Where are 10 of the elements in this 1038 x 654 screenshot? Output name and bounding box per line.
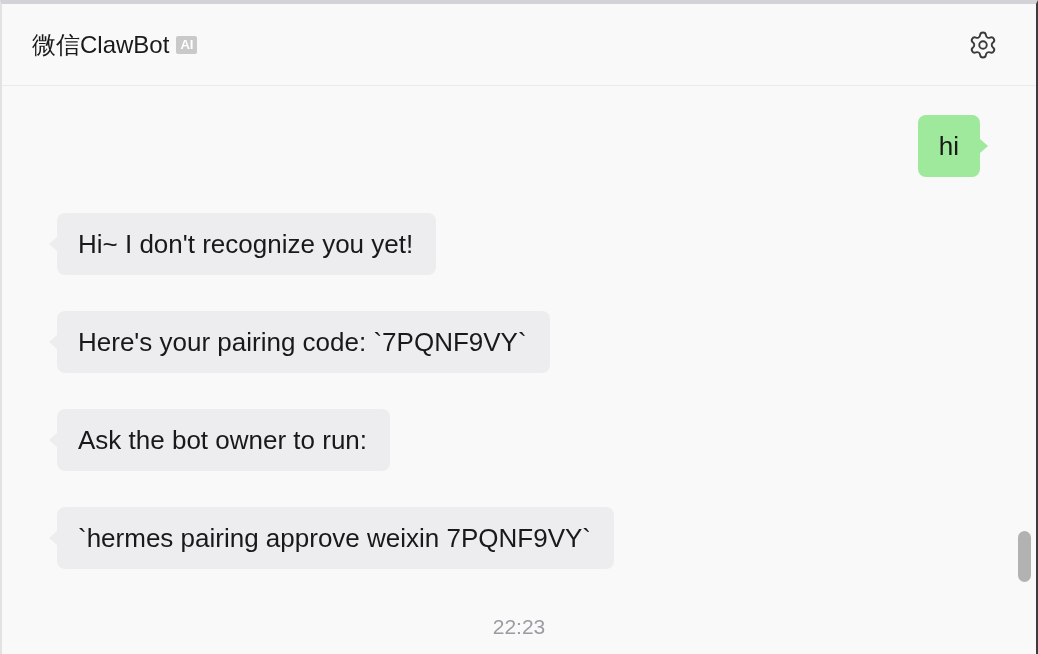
bubble-tail-icon (980, 139, 988, 153)
message-bubble: `hermes pairing approve weixin 7PQNF9VY` (57, 507, 614, 569)
message-bubble: hi (917, 115, 980, 177)
settings-icon[interactable] (968, 29, 998, 60)
message-timestamp: 22:23 (492, 615, 546, 639)
message-bubble: Ask the bot owner to run: (57, 409, 391, 471)
message-bubble: Hi~ I don't recognize you yet! (57, 213, 437, 275)
chat-title: 微信ClawBot (32, 29, 170, 60)
message-bubble: Here's your pairing code: `7PQNF9VY` (57, 311, 550, 373)
scrollbar-thumb[interactable] (1018, 531, 1031, 582)
